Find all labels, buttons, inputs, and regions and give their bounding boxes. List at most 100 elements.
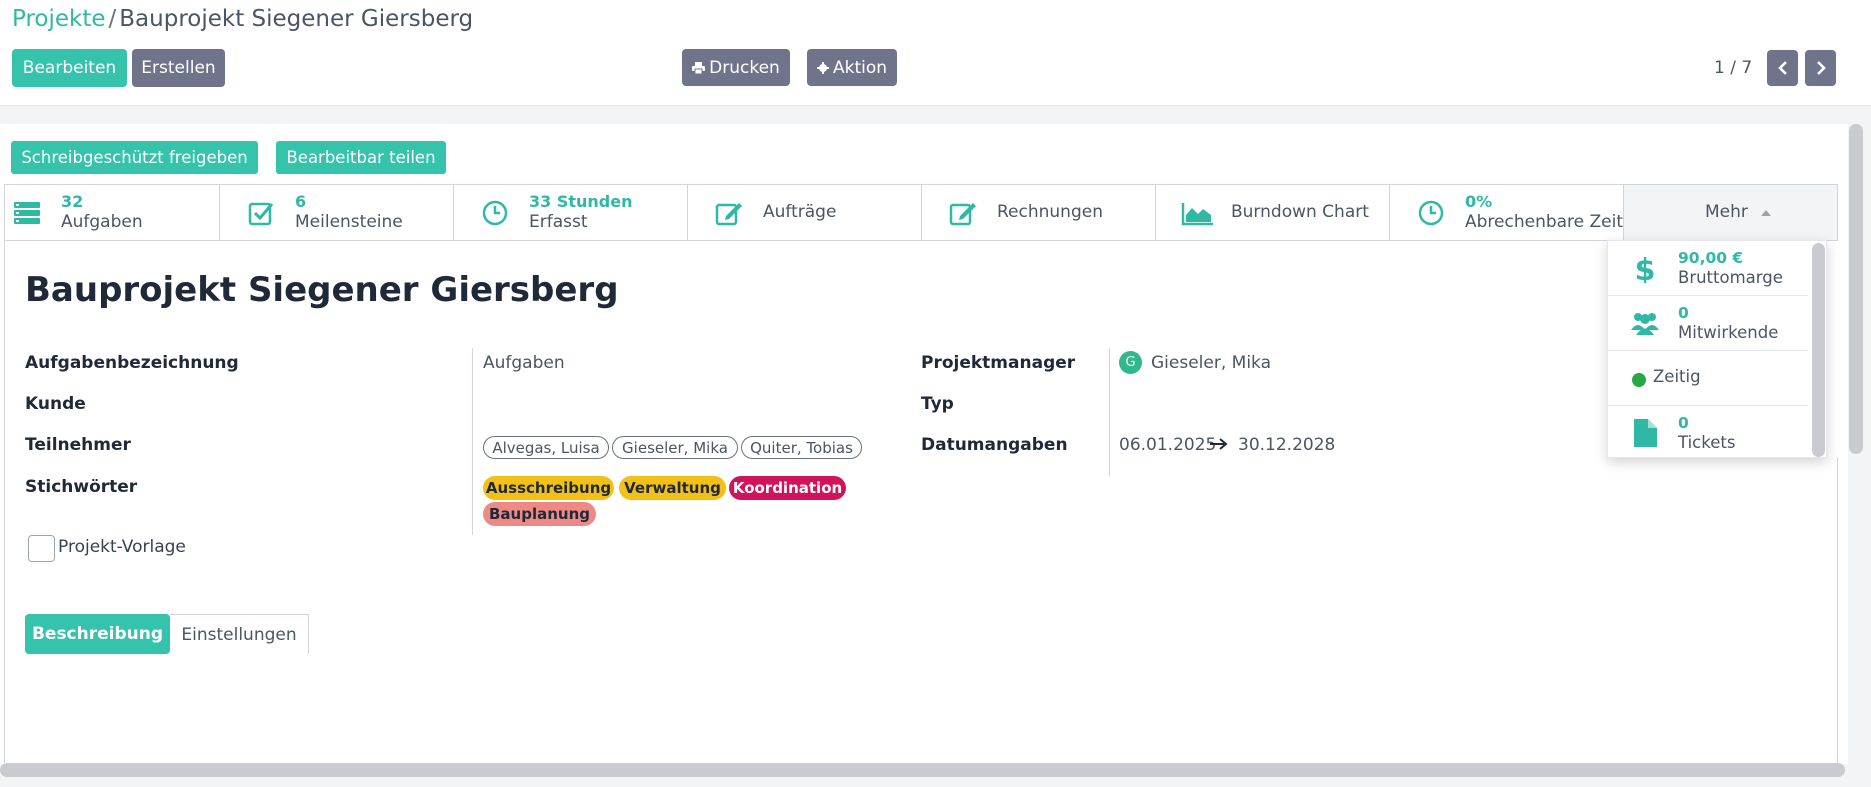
tasks-icon [14,202,40,224]
stat-tasks[interactable]: 32 Aufgaben [5,185,220,240]
area-chart-icon [1181,203,1213,226]
template-checkbox[interactable] [28,535,55,562]
breadcrumb-current: Bauprojekt Siegener Giersberg [119,6,474,32]
type-field-value[interactable] [1119,394,1419,416]
type-field-label: Typ [921,394,954,414]
arrow-right-icon [1210,438,1228,450]
pager-previous-button[interactable] [1767,50,1798,86]
stat-orders[interactable]: Aufträge [688,185,922,240]
control-panel: Projekte / Bauprojekt Siegener Giersberg B… [0,0,1871,106]
stat-billable-time[interactable]: 0% Abrechenbare Zeit [1390,185,1624,240]
stat-hours-label: Erfasst [529,212,588,232]
stat-milestones-value: 6 [295,192,307,211]
svg-text:$: $ [1635,253,1656,283]
manager-field-value[interactable]: Gieseler, Mika [1151,353,1271,373]
tab-settings[interactable]: Einstellungen [170,614,309,654]
date-end-value[interactable]: 30.12.2028 [1238,435,1335,455]
more-button[interactable]: Mehr [1624,185,1837,240]
template-checkbox-label: Projekt-Vorlage [58,537,186,557]
tag-chip[interactable]: Ausschreibung [483,476,614,500]
share-editable-button[interactable]: Bearbeitbar teilen [276,141,446,174]
stat-billable-label: Abrechenbare Zeit [1465,212,1624,232]
status-label: Zeitig [1653,367,1701,386]
stat-milestones-label: Meilensteine [295,212,403,232]
avatar: G [1119,351,1142,374]
stat-tasks-value: 32 [61,192,84,211]
gear-icon [816,61,829,74]
stat-invoices[interactable]: Rechnungen [922,185,1156,240]
chevron-right-icon [1816,61,1826,75]
breadcrumb-separator: / [108,6,117,32]
sheet-border [4,241,5,763]
pager-value[interactable]: 1 / 7 [1714,58,1752,78]
tickets-value: 0 [1678,414,1689,432]
print-label: Drucken [709,57,780,78]
breadcrumb: Projekte / Bauprojekt Siegener Giersberg [12,6,473,32]
caret-up-icon [1761,210,1771,216]
pager-next-button[interactable] [1805,50,1836,86]
edit-icon [949,203,976,226]
stat-invoices-label: Rechnungen [997,202,1103,222]
sheet-border [1837,458,1838,763]
dropdown-item-margin[interactable]: $ 90,00 € Bruttomarge [1608,241,1808,296]
print-button[interactable]: Drucken [682,49,790,86]
vertical-scrollbar[interactable] [1849,124,1863,454]
participant-tag[interactable]: Alvegas, Luisa [483,436,609,459]
field-separator [472,348,473,535]
participants-field-label: Teilnehmer [25,435,131,455]
participant-tag[interactable]: Gieseler, Mika [612,436,738,459]
tags-field-label: Stichwörter [25,477,138,497]
margin-value: 90,00 € [1678,249,1744,267]
clock-icon [1418,200,1444,226]
stat-billable-value: 0% [1465,192,1493,211]
field-separator [1109,348,1110,476]
record-title: Bauprojekt Siegener Giersberg [25,270,619,310]
participant-tag[interactable]: Quiter, Tobias [741,436,862,459]
file-icon [1634,419,1657,447]
more-dropdown: $ 90,00 € Bruttomarge 0 Mitwirkende Zeitig… [1607,240,1827,458]
status-dot-icon [1632,373,1646,387]
action-button[interactable]: Aktion [807,49,897,86]
stat-milestones[interactable]: 6 Meilensteine [220,185,454,240]
chevron-left-icon [1777,61,1787,75]
stat-orders-label: Aufträge [763,202,837,222]
share-readonly-button[interactable]: Schreibgeschützt freigeben [11,141,258,174]
collaborators-value: 0 [1678,304,1689,322]
stat-hours[interactable]: 33 Stunden Erfasst [454,185,688,240]
collaborators-label: Mitwirkende [1678,323,1779,342]
stat-buttons-bar: 32 Aufgaben 6 Meilensteine 33 Stunden Erfas… [4,184,1838,241]
task-label-field-label: Aufgabenbezeichnung [25,353,239,373]
check-square-icon [248,202,274,226]
users-icon [1631,313,1659,335]
tag-chip[interactable]: Koordination [729,476,846,500]
dates-field-label: Datumangaben [921,435,1068,455]
tickets-label: Tickets [1678,433,1736,452]
customer-field-label: Kunde [25,394,86,414]
dollar-icon: $ [1635,253,1656,283]
action-label: Aktion [832,57,888,78]
dropdown-item-tickets[interactable]: 0 Tickets [1608,406,1808,461]
customer-field-value[interactable] [483,394,863,416]
dropdown-scrollbar[interactable] [1812,243,1825,457]
print-icon [692,61,706,74]
tag-chip[interactable]: Bauplanung [483,502,596,526]
breadcrumb-projects-link[interactable]: Projekte [12,6,106,32]
tag-chip[interactable]: Verwaltung [619,476,726,500]
horizontal-scrollbar[interactable] [0,763,1845,777]
clock-icon [482,200,508,226]
stat-hours-value: 33 Stunden [529,192,633,211]
tab-description[interactable]: Beschreibung [25,614,170,654]
edit-button[interactable]: Bearbeiten [12,49,127,87]
stat-tasks-label: Aufgaben [61,212,143,232]
date-start-value[interactable]: 06.01.2025 [1119,435,1216,455]
more-label: Mehr [1705,202,1748,222]
dropdown-item-status[interactable]: Zeitig [1608,351,1808,406]
stat-burndown-label: Burndown Chart [1231,202,1369,222]
manager-field-label: Projektmanager [921,353,1076,373]
edit-icon [715,203,742,226]
task-label-field-value[interactable]: Aufgaben [483,353,565,373]
stat-burndown[interactable]: Burndown Chart [1156,185,1390,240]
margin-label: Bruttomarge [1678,268,1783,287]
dropdown-item-collaborators[interactable]: 0 Mitwirkende [1608,296,1808,351]
create-button[interactable]: Erstellen [132,49,225,87]
